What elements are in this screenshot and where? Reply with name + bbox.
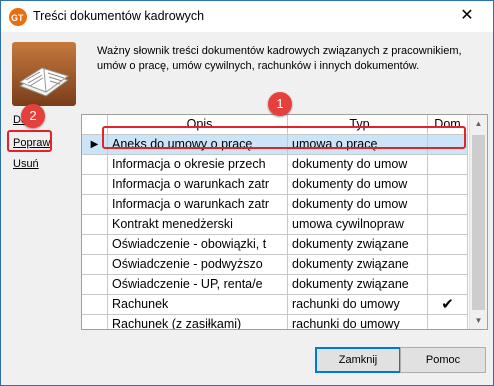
row-marker-cell: [82, 295, 108, 314]
cell-dom[interactable]: [428, 255, 468, 274]
annotation-highlight-edit: [7, 130, 52, 152]
cell-dom[interactable]: [428, 215, 468, 234]
help-button[interactable]: Pomoc: [400, 347, 486, 373]
scroll-down-icon[interactable]: ▼: [470, 316, 487, 325]
cell-dom[interactable]: [428, 235, 468, 254]
cell-opis[interactable]: Informacja o okresie przech: [108, 155, 288, 174]
app-logo-icon: GT: [9, 8, 27, 26]
cell-opis[interactable]: Informacja o warunkach zatr: [108, 195, 288, 214]
cell-typ[interactable]: dokumenty do umow: [288, 195, 428, 214]
cell-dom[interactable]: [428, 195, 468, 214]
vertical-scrollbar[interactable]: ▲ ▼: [469, 115, 487, 329]
cell-dom[interactable]: [428, 275, 468, 294]
cell-opis[interactable]: Kontrakt menedżerski: [108, 215, 288, 234]
cell-typ[interactable]: umowa cywilnopraw: [288, 215, 428, 234]
cell-opis[interactable]: Rachunek: [108, 295, 288, 314]
scrollbar-thumb[interactable]: [472, 135, 485, 310]
annotation-highlight-row: [102, 126, 466, 149]
row-marker-cell: [82, 155, 108, 174]
cell-opis[interactable]: Oświadczenie - obowiązki, t: [108, 235, 288, 254]
cell-typ[interactable]: dokumenty związane: [288, 275, 428, 294]
delete-link[interactable]: Usuń: [13, 158, 39, 170]
dictionary-description: Ważny słownik treści dokumentów kadrowyc…: [97, 45, 462, 72]
cell-opis[interactable]: Informacja o warunkach zatr: [108, 175, 288, 194]
row-marker-cell: [82, 235, 108, 254]
cell-opis[interactable]: Oświadczenie - UP, renta/e: [108, 275, 288, 294]
cell-typ[interactable]: rachunki do umowy: [288, 295, 428, 314]
scroll-up-icon[interactable]: ▲: [470, 119, 487, 128]
cell-typ[interactable]: dokumenty związane: [288, 235, 428, 254]
title-bar[interactable]: GT Treści dokumentów kadrowych ✕: [1, 1, 493, 32]
table-row[interactable]: Oświadczenie - podwyższo dokumenty związa…: [82, 255, 468, 275]
annotation-badge-1: 1: [268, 92, 292, 116]
close-button[interactable]: Zamknij: [315, 347, 401, 373]
window-title: Treści dokumentów kadrowych: [33, 9, 205, 23]
svg-text:GT: GT: [11, 13, 24, 22]
cell-dom[interactable]: [428, 175, 468, 194]
row-marker-cell: [82, 215, 108, 234]
table-row[interactable]: Informacja o warunkach zatr dokumenty do …: [82, 195, 468, 215]
table-row[interactable]: Kontrakt menedżerski umowa cywilnopraw: [82, 215, 468, 235]
table-row[interactable]: Oświadczenie - UP, renta/e dokumenty zwią…: [82, 275, 468, 295]
row-marker-cell: [82, 275, 108, 294]
default-checkmark-icon[interactable]: ✔: [428, 295, 468, 314]
cell-opis[interactable]: Oświadczenie - podwyższo: [108, 255, 288, 274]
row-marker-cell: [82, 255, 108, 274]
cell-typ[interactable]: dokumenty do umow: [288, 175, 428, 194]
row-marker-cell: [82, 315, 108, 329]
table-row[interactable]: Informacja o okresie przech dokumenty do …: [82, 155, 468, 175]
table-row[interactable]: Rachunek (z zasiłkami) rachunki do umowy: [82, 315, 468, 329]
cell-typ[interactable]: rachunki do umowy: [288, 315, 428, 329]
row-marker-cell: [82, 175, 108, 194]
cell-typ[interactable]: dokumenty do umow: [288, 155, 428, 174]
annotation-badge-2: 2: [21, 104, 45, 128]
table-row[interactable]: Rachunek rachunki do umowy ✔: [82, 295, 468, 315]
table-row[interactable]: Informacja o warunkach zatr dokumenty do …: [82, 175, 468, 195]
book-icon: [12, 42, 76, 106]
dialog-window: GT Treści dokumentów kadrowych ✕ Ważny s…: [0, 0, 494, 386]
cell-typ[interactable]: dokumenty związane: [288, 255, 428, 274]
cell-opis[interactable]: Rachunek (z zasiłkami): [108, 315, 288, 329]
close-icon[interactable]: ✕: [455, 4, 479, 28]
row-marker-cell: [82, 195, 108, 214]
table-row[interactable]: Oświadczenie - obowiązki, t dokumenty zwi…: [82, 235, 468, 255]
cell-dom[interactable]: [428, 315, 468, 329]
cell-dom[interactable]: [428, 155, 468, 174]
